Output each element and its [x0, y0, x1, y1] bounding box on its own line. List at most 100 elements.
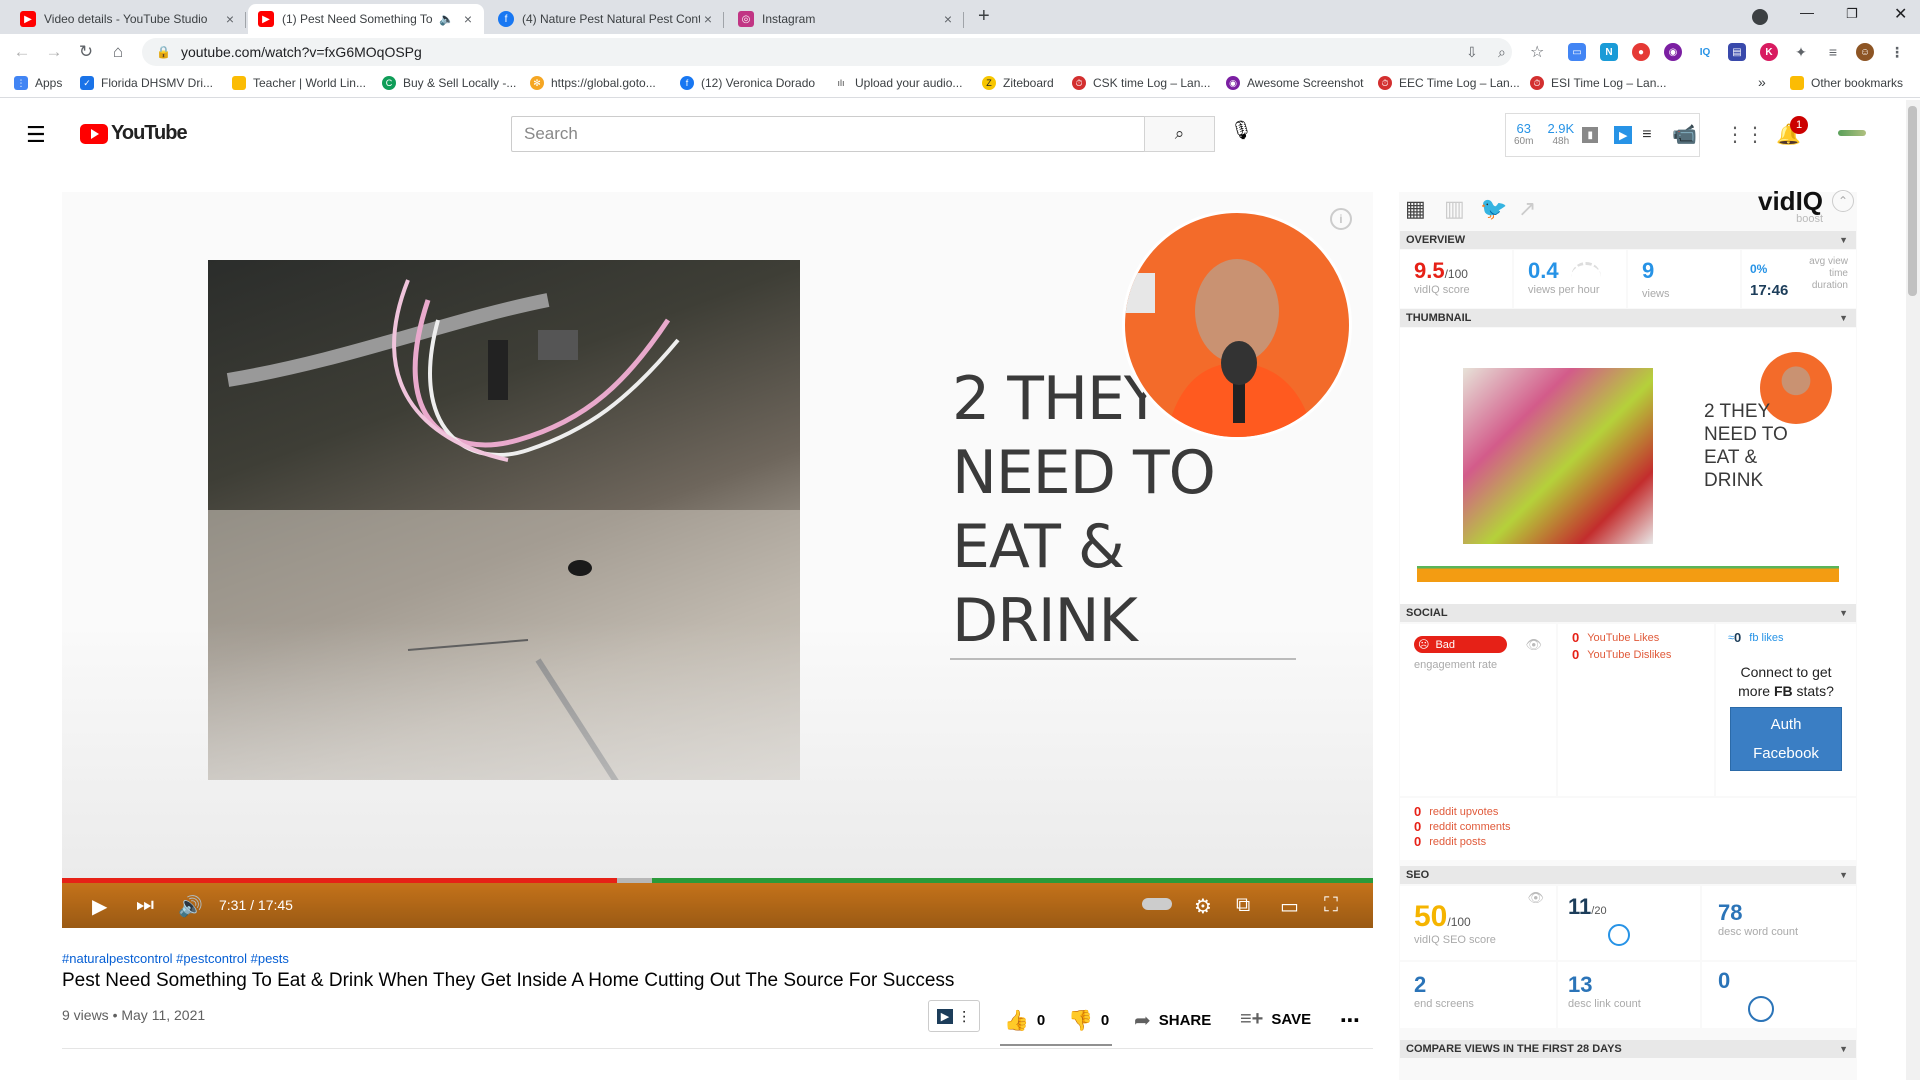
tab-instagram[interactable]: ◎ Instagram × — [728, 4, 964, 34]
bookmark-florida-dhsmv[interactable]: ✓ Florida DHSMV Dri... — [80, 76, 213, 90]
auth-facebook-button[interactable]: Auth Facebook — [1730, 707, 1842, 771]
eye-icon[interactable]: 👁 — [1525, 637, 1542, 653]
theater-mode-icon[interactable]: ▭ — [1280, 894, 1299, 919]
dislike-button[interactable]: 👎 0 — [1068, 1008, 1109, 1033]
close-tab-icon[interactable]: × — [700, 11, 716, 27]
youtube-favicon-icon: ▶ — [20, 11, 36, 27]
timelog-icon: ⏱ — [1378, 76, 1392, 90]
play-button[interactable]: ▶ — [92, 894, 107, 919]
reading-list-icon[interactable]: ≡ — [1824, 43, 1842, 61]
install-app-icon[interactable]: ⇩ — [1466, 44, 1478, 61]
vidiq-logo-icon[interactable]: ▶ — [1614, 126, 1633, 144]
vidiq-trend-icon[interactable]: ↗ — [1518, 196, 1536, 222]
page-scrollbar-thumb[interactable] — [1908, 106, 1917, 296]
social-section-header[interactable]: SOCIAL ▼ — [1400, 604, 1856, 622]
extension-record-icon[interactable]: ● — [1632, 43, 1650, 61]
vidiq-twitter-icon[interactable]: 🐦 — [1480, 196, 1507, 222]
thumbnail-preview-box: 2 THEY NEED TO EAT & DRINK — [1400, 328, 1856, 604]
close-tab-icon[interactable]: × — [222, 11, 238, 27]
extensions-puzzle-icon[interactable]: ✦ — [1792, 43, 1810, 61]
tab-search-icon[interactable] — [1752, 9, 1768, 25]
channel-avatar[interactable] — [1838, 130, 1866, 136]
share-button[interactable]: ➦ SHARE — [1134, 1008, 1211, 1033]
close-window-icon[interactable]: ✕ — [1894, 4, 1907, 24]
extension-k-icon[interactable]: K — [1760, 43, 1778, 61]
tab-pest-video[interactable]: ▶ (1) Pest Need Something To 🔈 × — [248, 4, 484, 34]
facebook-box: ≈0 fb likes Connect to get more FB stats?… — [1716, 624, 1856, 796]
bookmark-csk-time-log[interactable]: ⏱ CSK time Log – Lan... — [1072, 76, 1210, 90]
more-bookmarks-button[interactable]: » — [1758, 74, 1766, 90]
info-card-icon[interactable]: i — [1330, 208, 1352, 230]
bookmark-ziteboard[interactable]: Z Ziteboard — [982, 76, 1054, 90]
save-button[interactable]: ≡+ SAVE — [1240, 1008, 1311, 1031]
vidiq-logo: vidIQ boost — [1758, 186, 1824, 225]
menu-icon[interactable]: ☰ — [26, 122, 46, 148]
zoom-icon[interactable]: ⌕ — [1498, 44, 1506, 61]
search-input[interactable]: Search — [511, 116, 1145, 152]
eye-icon[interactable]: 👁 — [1527, 890, 1544, 906]
tab-youtube-studio[interactable]: ▶ Video details - YouTube Studio × — [10, 4, 246, 34]
bookmark-teacher-world[interactable]: Teacher | World Lin... — [232, 76, 366, 90]
bookmark-esi-time-log[interactable]: ⏱ ESI Time Log – Lan... — [1530, 76, 1666, 90]
bookmark-other[interactable]: Other bookmarks — [1790, 76, 1903, 90]
miniplayer-icon[interactable]: ⧉ — [1236, 894, 1250, 917]
close-tab-icon[interactable]: × — [460, 11, 476, 27]
bookmarks-bar: ⋮ Apps ✓ Florida DHSMV Dri... Teacher | Wo… — [0, 70, 1920, 98]
home-icon[interactable]: ⌂ — [106, 40, 130, 64]
thumbnail-section-header[interactable]: THUMBNAIL ▼ — [1400, 309, 1856, 327]
more-actions-button[interactable]: ⋯ — [1340, 1008, 1360, 1033]
bookmark-awesome-screenshot[interactable]: ◉ Awesome Screenshot — [1226, 76, 1364, 90]
reload-icon[interactable]: ↻ — [74, 40, 98, 64]
youtube-likes-box: 0 YouTube Likes 0 YouTube Dislikes — [1558, 624, 1714, 796]
vidiq-list-icon[interactable]: ≡ — [1642, 126, 1651, 144]
restore-icon[interactable]: ❐ — [1846, 6, 1858, 22]
overview-section-header[interactable]: OVERVIEW ▼ — [1400, 231, 1856, 249]
browser-menu-icon[interactable]: ⋮ — [1888, 43, 1906, 61]
vidiq-stats-icon[interactable]: ▥ — [1444, 196, 1465, 222]
vidiq-collapse-icon[interactable]: ⌃ — [1832, 190, 1854, 212]
microphone-icon[interactable]: 🎙 — [1230, 120, 1253, 141]
bookmark-global-goto[interactable]: ✻ https://global.goto... — [530, 76, 656, 90]
profile-avatar[interactable]: ☺ — [1856, 43, 1874, 61]
bookmark-buy-sell[interactable]: C Buy & Sell Locally -... — [382, 76, 516, 90]
bookmark-eec-time-log[interactable]: ⏱ EEC Time Log – Lan... — [1378, 76, 1520, 90]
next-button[interactable]: ⏭ — [136, 894, 154, 917]
volume-icon[interactable]: 🔊 — [178, 894, 203, 919]
vidiq-grid-icon[interactable]: ▦ — [1405, 196, 1426, 222]
video-player[interactable]: 2 THEY NEED TO EAT & DRINK i — [62, 192, 1373, 927]
forward-icon[interactable]: → — [42, 40, 66, 64]
extension-iq-icon[interactable]: IQ — [1696, 43, 1714, 61]
extension-circle-icon[interactable]: ◉ — [1664, 43, 1682, 61]
desc-word-count-box: 78 desc word count — [1702, 886, 1856, 960]
address-bar[interactable]: 🔒 youtube.com/watch?v=fxG6MOqOSPg — [142, 38, 1512, 66]
vidiq-action-button[interactable]: ▶ ⋮ — [928, 1000, 980, 1032]
like-button[interactable]: 👍 0 — [1004, 1008, 1045, 1033]
settings-gear-icon[interactable]: ⚙ — [1194, 894, 1212, 919]
vidiq-toolbar-widget[interactable]: 63 60m 2.9K 48h ▮ ▶ ≡ — [1505, 113, 1700, 157]
create-video-icon[interactable]: 📹 — [1672, 122, 1697, 147]
extension-screencast-icon[interactable]: ▭ — [1568, 43, 1586, 61]
seo-section-header[interactable]: SEO ▼ — [1400, 866, 1856, 884]
minimize-icon[interactable]: — — [1800, 4, 1814, 20]
apps-grid-icon[interactable]: ⋮⋮ — [1725, 122, 1765, 147]
extension-notes-icon[interactable]: ▤ — [1728, 43, 1746, 61]
video-hashtags[interactable]: #naturalpestcontrol #pestcontrol #pests — [62, 951, 289, 966]
bookmark-upload-audio[interactable]: ılı Upload your audio... — [834, 76, 962, 90]
progress-played — [62, 878, 617, 883]
bookmark-apps[interactable]: ⋮ Apps — [14, 76, 62, 90]
compare-views-section-header[interactable]: COMPARE VIEWS IN THE FIRST 28 DAYS ▼ — [1400, 1040, 1856, 1058]
autoplay-toggle[interactable] — [1142, 898, 1172, 910]
close-tab-icon[interactable]: × — [940, 11, 956, 27]
bookmark-star-icon[interactable]: ☆ — [1530, 42, 1544, 62]
extension-n-icon[interactable]: N — [1600, 43, 1618, 61]
youtube-logo[interactable]: YouTube — [80, 122, 188, 145]
end-screens-box: 2 end screens — [1400, 962, 1556, 1028]
back-icon[interactable]: ← — [10, 40, 34, 64]
audio-playing-icon[interactable]: 🔈 — [439, 12, 454, 26]
vidiq-chart-icon[interactable]: ▮ — [1582, 127, 1599, 143]
tab-nature-pest-facebook[interactable]: f (4) Nature Pest Natural Pest Cont × — [488, 4, 724, 34]
new-tab-button[interactable]: + — [978, 5, 990, 28]
fullscreen-icon[interactable]: ⛶ — [1324, 894, 1338, 917]
search-button[interactable]: ⌕ — [1144, 116, 1215, 152]
bookmark-veronica-dorado[interactable]: f (12) Veronica Dorado — [680, 76, 815, 90]
